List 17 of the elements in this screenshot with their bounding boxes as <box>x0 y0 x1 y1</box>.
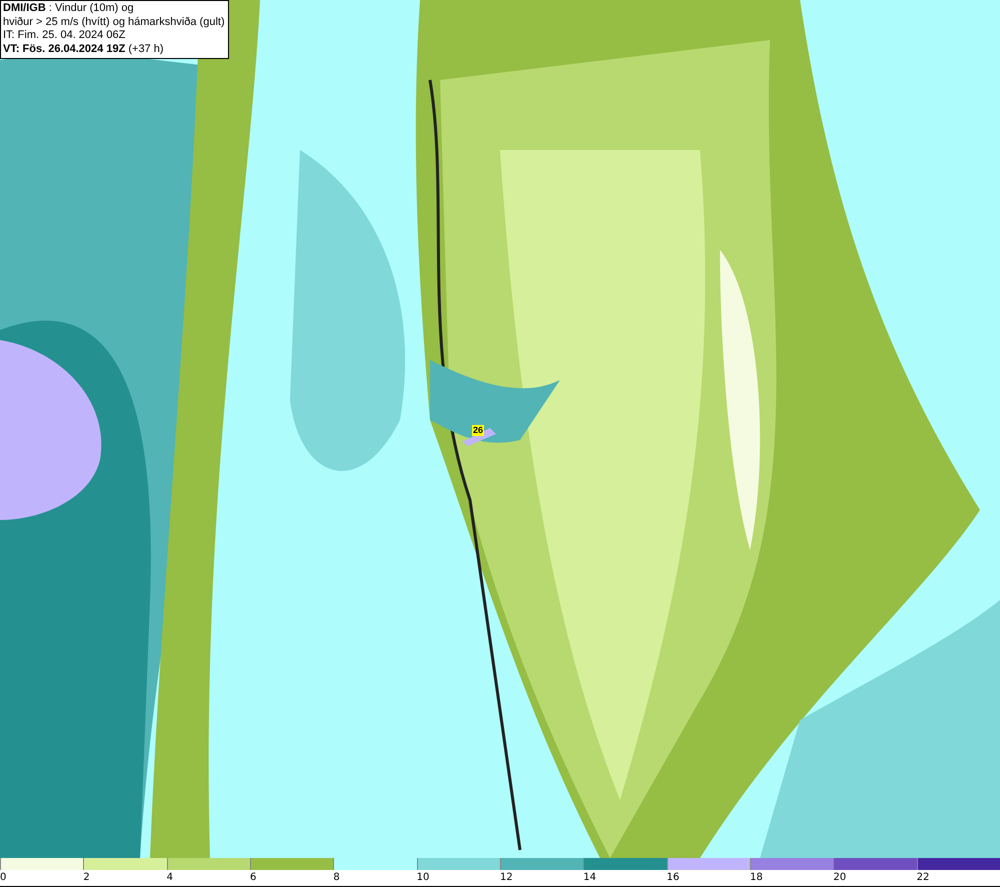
legend-tick-label: 2 <box>83 871 90 885</box>
legend-tick-label: 4 <box>166 871 174 885</box>
legend-tick-label: 16 <box>666 871 680 885</box>
title-line: DMI/IGB : Vindur (10m) og <box>3 2 135 16</box>
title-line: VT: Fös. 26.04.2024 19Z (+37 h) <box>3 42 165 56</box>
legend-tick-label: 10 <box>416 871 430 885</box>
title-line: hviður > 25 m/s (hvítt) og hámarkshviða (gult) <box>3 16 225 29</box>
gust-label: 26 <box>472 425 484 436</box>
legend-tick-label: 0 <box>0 871 6 885</box>
legend-tick-label: 12 <box>500 871 513 885</box>
legend-tick-label: 18 <box>750 871 763 885</box>
legend-tick-label: 20 <box>833 871 846 885</box>
legend-tick-label: 14 <box>583 871 596 885</box>
title-line: IT: Fim. 25. 04. 2024 06Z <box>3 29 126 42</box>
legend-tick-label: 8 <box>333 871 340 885</box>
legend-tick-label: 6 <box>250 871 256 885</box>
legend-tick-label: 22 <box>916 871 930 885</box>
